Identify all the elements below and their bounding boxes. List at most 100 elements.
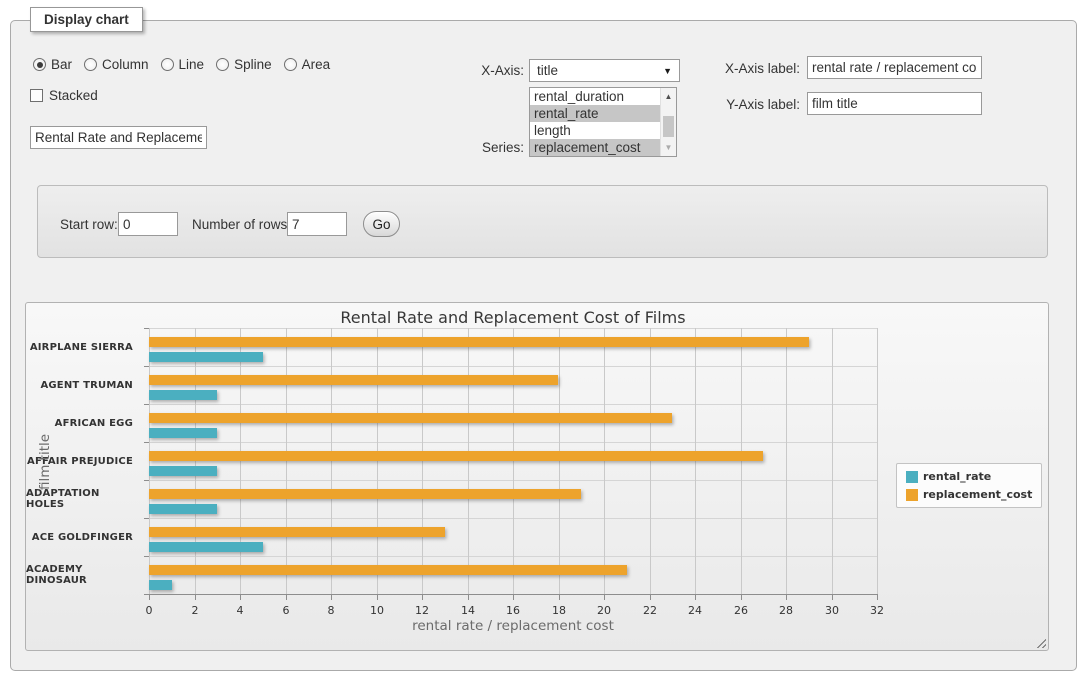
number-of-rows-label: Number of rows: <box>192 217 291 232</box>
series-option-replacement_cost[interactable]: replacement_cost <box>530 139 660 156</box>
x-axis-tick-label: 0 <box>129 604 169 617</box>
gridline-x <box>513 328 514 594</box>
stacked-option[interactable]: Stacked <box>30 88 98 103</box>
xaxis-select[interactable]: title ▼ <box>529 59 680 82</box>
x-axis-tick-label: 24 <box>675 604 715 617</box>
rental_rate-bar[interactable] <box>149 466 217 476</box>
x-axis-tick-label: 30 <box>812 604 852 617</box>
replacement_cost-bar[interactable] <box>149 413 672 423</box>
radio-column[interactable] <box>84 58 97 71</box>
plot-area <box>149 328 877 594</box>
scrollbar-thumb[interactable] <box>663 116 674 137</box>
x-axis-tick-label: 8 <box>311 604 351 617</box>
radio-area[interactable] <box>284 58 297 71</box>
category-label: ACADEMY DINOSAUR <box>26 556 141 594</box>
series-option-rental_rate[interactable]: rental_rate <box>530 105 660 122</box>
chart-type-radio-group: Bar Column Line Spline Area <box>33 57 330 72</box>
gridline-x <box>695 328 696 594</box>
page: Display chart BarColumnLineSplineArea St… <box>0 0 1081 681</box>
legend-label: rental_rate <box>923 470 991 483</box>
stacked-checkbox[interactable] <box>30 89 43 102</box>
replacement_cost-bar[interactable] <box>149 489 581 499</box>
x-axis-tick <box>422 595 423 600</box>
chart-title-input[interactable] <box>30 126 207 149</box>
legend-swatch-icon <box>906 489 918 501</box>
chart-type-option-column[interactable]: Column <box>84 57 149 72</box>
gridline-x <box>786 328 787 594</box>
resize-handle-icon[interactable] <box>1034 636 1046 648</box>
stacked-label: Stacked <box>49 88 98 103</box>
x-axis-tick <box>513 595 514 600</box>
x-axis-tick <box>604 595 605 600</box>
series-option-rental_duration[interactable]: rental_duration <box>530 88 660 105</box>
row-range-panel <box>37 185 1048 258</box>
start-row-input[interactable] <box>118 212 178 236</box>
xaxis-label-input[interactable] <box>807 56 982 79</box>
replacement_cost-bar[interactable] <box>149 565 627 575</box>
y-axis-tick <box>144 404 149 405</box>
x-axis-tick-label: 16 <box>493 604 533 617</box>
rental_rate-bar[interactable] <box>149 390 217 400</box>
y-axis-tick <box>144 442 149 443</box>
chart-type-option-bar[interactable]: Bar <box>33 57 72 72</box>
replacement_cost-bar[interactable] <box>149 337 809 347</box>
gridline-x <box>195 328 196 594</box>
gridline-x <box>468 328 469 594</box>
radio-label: Column <box>102 57 149 72</box>
xaxis-selected-value: title <box>537 63 558 78</box>
rental_rate-bar[interactable] <box>149 542 263 552</box>
radio-bar[interactable] <box>33 58 46 71</box>
y-axis-tick <box>144 556 149 557</box>
go-button[interactable]: Go <box>363 211 400 237</box>
xaxis-label-field-label: X-Axis label: <box>706 61 800 76</box>
x-axis-tick-label: 32 <box>857 604 897 617</box>
x-axis-tick <box>195 595 196 600</box>
number-of-rows-input[interactable] <box>287 212 347 236</box>
x-axis-tick <box>741 595 742 600</box>
x-axis-tick <box>559 595 560 600</box>
gridline-x <box>422 328 423 594</box>
x-axis-tick <box>832 595 833 600</box>
chart-container: Rental Rate and Replacement Cost of Film… <box>25 302 1049 651</box>
gridline-x <box>604 328 605 594</box>
chart-type-option-area[interactable]: Area <box>284 57 331 72</box>
x-axis-tick <box>149 595 150 600</box>
replacement_cost-bar[interactable] <box>149 527 445 537</box>
chart-type-option-line[interactable]: Line <box>161 57 205 72</box>
series-option-length[interactable]: length <box>530 122 660 139</box>
gridline-x <box>650 328 651 594</box>
chart-type-option-spline[interactable]: Spline <box>216 57 272 72</box>
yaxis-label-input[interactable] <box>807 92 982 115</box>
x-axis-tick <box>650 595 651 600</box>
replacement_cost-bar[interactable] <box>149 451 763 461</box>
rental_rate-bar[interactable] <box>149 428 217 438</box>
radio-spline[interactable] <box>216 58 229 71</box>
gridline-x <box>559 328 560 594</box>
chart-legend: rental_rate replacement_cost <box>896 463 1042 508</box>
x-axis-tick-label: 14 <box>448 604 488 617</box>
series-scrollbar[interactable]: ▲ ▼ <box>660 88 676 156</box>
series-listbox[interactable]: rental_durationrental_ratelengthreplacem… <box>529 87 677 157</box>
legend-swatch-icon <box>906 471 918 483</box>
gridline-x <box>377 328 378 594</box>
rental_rate-bar[interactable] <box>149 352 263 362</box>
x-axis-tick <box>240 595 241 600</box>
rental_rate-bar[interactable] <box>149 580 172 590</box>
chart-title: Rental Rate and Replacement Cost of Film… <box>149 308 877 327</box>
start-row-label: Start row: <box>60 217 118 232</box>
legend-item-replacement_cost[interactable]: replacement_cost <box>906 488 1032 501</box>
y-axis-tick <box>144 366 149 367</box>
rental_rate-bar[interactable] <box>149 504 217 514</box>
yaxis-label-field-label: Y-Axis label: <box>706 97 800 112</box>
gridline-x <box>877 328 878 594</box>
x-axis-tick-label: 18 <box>539 604 579 617</box>
x-axis-tick-label: 6 <box>266 604 306 617</box>
replacement_cost-bar[interactable] <box>149 375 558 385</box>
scroll-down-icon[interactable]: ▼ <box>661 140 676 155</box>
radio-line[interactable] <box>161 58 174 71</box>
legend-item-rental_rate[interactable]: rental_rate <box>906 470 1032 483</box>
x-axis-tick <box>377 595 378 600</box>
radio-label: Line <box>179 57 205 72</box>
scroll-up-icon[interactable]: ▲ <box>661 89 676 104</box>
series-list-label: Series: <box>435 140 524 155</box>
